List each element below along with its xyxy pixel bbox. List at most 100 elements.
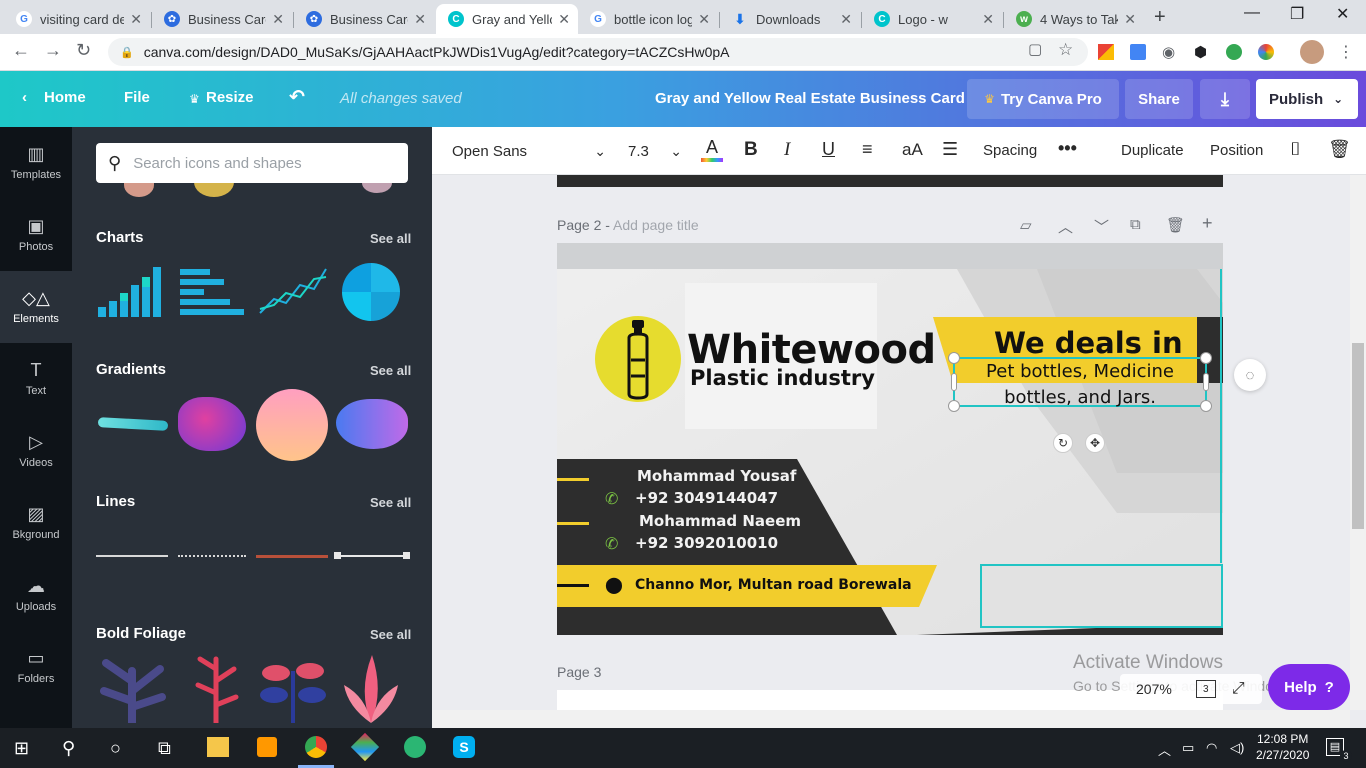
color-picker-icon[interactable] — [1258, 44, 1274, 60]
side-handle[interactable] — [1203, 373, 1209, 391]
camera-icon[interactable]: ◉ — [1162, 43, 1175, 61]
position-button[interactable]: Position — [1210, 142, 1263, 159]
business-card[interactable]: Whitewood Plastic industry We deals in P… — [557, 243, 1223, 635]
page-grid-icon[interactable]: 3 — [1195, 680, 1216, 698]
file-menu[interactable]: File — [124, 89, 150, 106]
logo-circle[interactable] — [595, 316, 681, 402]
browser-tab-active[interactable]: C Gray and Yello ✕ — [436, 4, 578, 34]
publish-button[interactable]: Publish ⌄ — [1256, 79, 1358, 119]
restore-icon[interactable]: ❐ — [1290, 4, 1304, 24]
foliage-blue-pink-thumb[interactable] — [258, 651, 328, 723]
chrome-icon[interactable] — [305, 736, 327, 758]
cortana-icon[interactable]: ○ — [110, 738, 121, 759]
foliage-red-thumb[interactable] — [186, 651, 246, 723]
rail-background[interactable]: ▨ Bkground — [0, 487, 72, 559]
move-icon[interactable]: ✥ — [1085, 433, 1105, 453]
see-all-foliage[interactable]: See all — [370, 627, 411, 642]
volume-icon[interactable]: ◁) — [1230, 740, 1244, 756]
resize-handle[interactable] — [1200, 400, 1212, 412]
resize-button[interactable]: Resize — [206, 89, 254, 106]
close-icon[interactable]: ✕ — [1124, 11, 1136, 28]
sublime-icon[interactable] — [257, 737, 277, 757]
more-options-icon[interactable]: ••• — [1058, 138, 1077, 159]
move-up-icon[interactable]: ︿ — [1058, 216, 1073, 237]
move-down-icon[interactable]: ﹀ — [1094, 216, 1109, 237]
bookmark-star-icon[interactable]: ☆ — [1058, 40, 1073, 60]
close-icon[interactable]: ✕ — [982, 11, 994, 28]
close-icon[interactable]: ✕ — [130, 11, 142, 28]
browser-tab[interactable]: G bottle icon log ✕ — [578, 4, 718, 34]
atom-icon[interactable] — [404, 736, 426, 758]
app-icon[interactable] — [350, 732, 380, 762]
browser-tab[interactable]: ⬇ Downloads ✕ — [720, 4, 860, 34]
avatar[interactable] — [1300, 40, 1324, 64]
deals-heading[interactable]: We deals in — [994, 326, 1183, 360]
resize-handle[interactable] — [948, 400, 960, 412]
rotate-icon[interactable]: ↻ — [1053, 433, 1073, 453]
add-page-title[interactable]: Add page title — [613, 217, 699, 233]
browser-tab[interactable]: w 4 Ways to Take ✕ — [1004, 4, 1144, 34]
skype-icon[interactable]: S — [453, 736, 475, 758]
share-button[interactable]: Share — [1125, 79, 1193, 119]
download-ext-icon[interactable] — [1226, 44, 1242, 60]
company-tagline[interactable]: Plastic industry — [690, 366, 875, 390]
trash-icon[interactable]: 🗑 — [1328, 139, 1351, 160]
resize-handle[interactable] — [948, 352, 960, 364]
align-center-icon[interactable]: ≡ — [862, 139, 873, 160]
rail-text[interactable]: T Text — [0, 343, 72, 415]
bar-chart-thumb[interactable] — [96, 263, 168, 319]
rail-uploads[interactable]: ☁ Uploads — [0, 559, 72, 631]
browser-tab[interactable]: ✿ Business Card ✕ — [152, 4, 292, 34]
solid-line-thumb[interactable] — [96, 555, 168, 557]
back-icon[interactable]: ← — [12, 40, 30, 61]
undo-icon[interactable]: ↶ — [289, 86, 305, 109]
spacing-button[interactable]: Spacing — [983, 142, 1037, 159]
rail-folders[interactable]: ▭ Folders — [0, 631, 72, 703]
menu-dots-icon[interactable]: ⋮ — [1338, 42, 1354, 62]
file-explorer-icon[interactable] — [207, 737, 229, 757]
search-icon[interactable]: ⚲ — [62, 738, 75, 759]
contact-1-name[interactable]: Mohammad Yousaf — [637, 467, 796, 485]
comment-icon[interactable]: ◌ — [1234, 359, 1266, 391]
gradient-cloud-thumb[interactable] — [336, 399, 408, 449]
line-chart-thumb[interactable] — [256, 263, 328, 319]
bold-icon[interactable]: B — [744, 139, 758, 161]
font-size-select[interactable]: 7.3 ⌄ — [618, 135, 682, 167]
address-text[interactable]: Channo Mor, Multan road Borewala — [635, 577, 912, 593]
extension-icon[interactable] — [1098, 44, 1114, 60]
see-all-charts[interactable]: See all — [370, 231, 411, 246]
zoom-level[interactable]: 207% — [1136, 681, 1172, 697]
rail-photos[interactable]: ▣ Photos — [0, 199, 72, 271]
rail-templates[interactable]: ▥ Templates — [0, 127, 72, 199]
font-family-select[interactable]: Open Sans ⌄ — [444, 135, 606, 167]
delete-page-icon[interactable]: 🗑 — [1166, 216, 1185, 234]
windows-start-icon[interactable]: ⊞ — [14, 738, 29, 759]
gradient-brush-thumb[interactable] — [97, 417, 169, 431]
close-icon[interactable]: ✕ — [272, 11, 284, 28]
cube-icon[interactable]: ⬢ — [1194, 43, 1207, 61]
see-all-gradients[interactable]: See all — [370, 363, 411, 378]
browser-tab[interactable]: G visiting card de ✕ — [4, 4, 150, 34]
wifi-icon[interactable]: ◠ — [1206, 740, 1217, 756]
forward-icon[interactable]: → — [44, 40, 62, 61]
selected-text-box[interactable]: Pet bottles, Medicine bottles, and Jars. — [948, 352, 1212, 412]
pie-chart-thumb[interactable] — [342, 263, 400, 321]
contact-2-phone[interactable]: +92 3092010010 — [635, 534, 778, 552]
try-pro-button[interactable]: ♛ Try Canva Pro — [967, 79, 1119, 119]
close-window-icon[interactable]: ✕ — [1336, 4, 1349, 24]
minimize-icon[interactable]: — — [1244, 4, 1260, 22]
chevron-left-icon[interactable]: ‹ — [22, 89, 27, 106]
brush-line-thumb[interactable] — [256, 555, 328, 558]
reload-icon[interactable]: ↻ — [76, 40, 91, 61]
download-button[interactable]: ⤓ — [1200, 79, 1250, 119]
scrollbar-thumb[interactable] — [1352, 343, 1364, 529]
new-tab-icon[interactable]: + — [1154, 6, 1166, 29]
horizontal-scrollbar[interactable] — [432, 710, 1350, 728]
help-button[interactable]: Help ? — [1268, 664, 1350, 710]
translate-icon[interactable] — [1130, 44, 1146, 60]
close-icon[interactable]: ✕ — [414, 11, 426, 28]
close-icon[interactable]: ✕ — [698, 11, 710, 28]
zoom-control[interactable]: 207% 3 ⤢ — [1120, 674, 1262, 704]
chevron-up-icon[interactable]: ︿ — [1158, 740, 1171, 759]
duplicate-button[interactable]: Duplicate — [1121, 142, 1184, 159]
